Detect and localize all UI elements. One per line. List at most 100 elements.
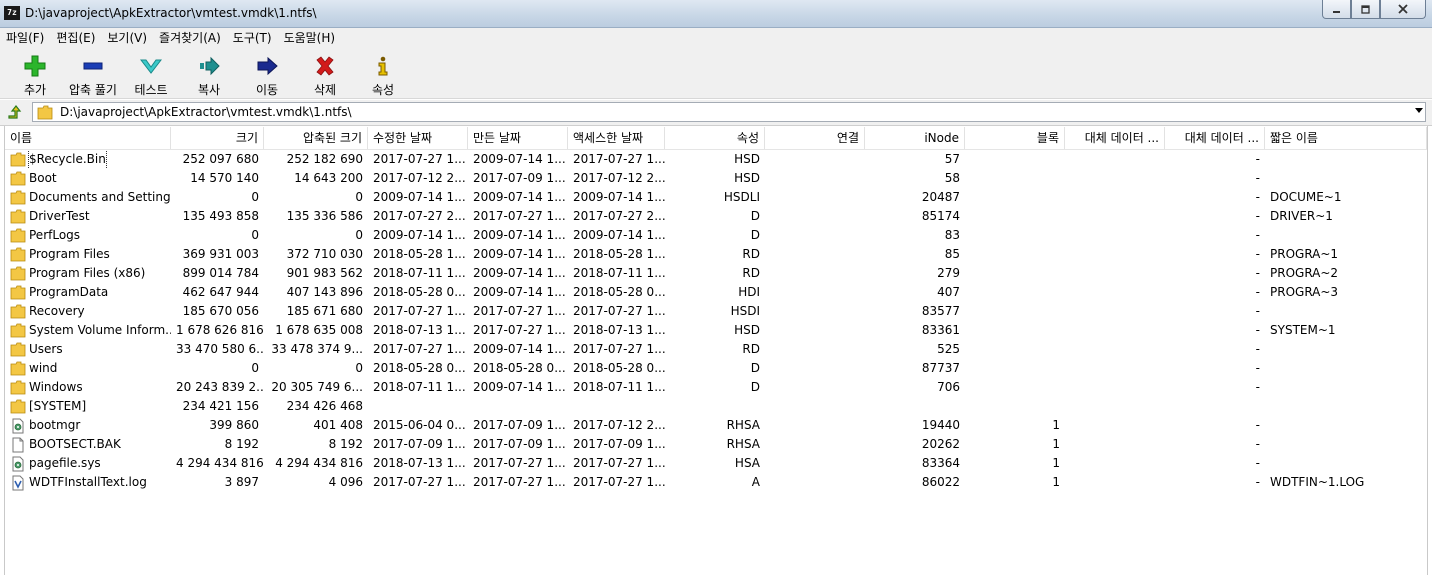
window-controls: [1322, 0, 1426, 19]
menu-edit[interactable]: 편집(E): [50, 28, 101, 48]
table-row[interactable]: ProgramData 462 647 944 407 143 896 2018-05…: [5, 283, 1427, 302]
table-row[interactable]: WDTFInstallText.log 3 897 4 096 2017-07-27 …: [5, 473, 1427, 492]
table-row[interactable]: bootmgr 399 860 401 408 2015-06-04 0... 2017…: [5, 416, 1427, 435]
extract-button[interactable]: 압축 풀기: [64, 48, 122, 98]
add-button[interactable]: 추가: [6, 48, 64, 98]
table-row[interactable]: wind 0 0 2018-05-28 0... 2018-05-28 0... 2018…: [5, 359, 1427, 378]
copy-label: 복사: [197, 83, 221, 97]
column-header-blocks[interactable]: 블록: [965, 127, 1065, 149]
cell-blocks: 1: [1052, 456, 1060, 470]
cell-short-name: [1265, 454, 1427, 473]
table-row[interactable]: Recovery 185 670 056 185 671 680 2017-07-27…: [5, 302, 1427, 321]
minimize-button[interactable]: [1322, 0, 1351, 19]
file-name-cell: BOOTSECT.BAK: [5, 435, 171, 454]
menu-view[interactable]: 보기(V): [101, 28, 153, 48]
delete-button[interactable]: 삭제: [296, 48, 354, 98]
move-button[interactable]: 이동: [238, 48, 296, 98]
table-row[interactable]: Users 33 470 580 6... 33 478 374 9... 2017-…: [5, 340, 1427, 359]
cell-alt-streams-2: -: [1255, 190, 1260, 204]
column-header-accessed[interactable]: 액세스한 날짜: [568, 127, 665, 149]
cell-blocks: 1: [1052, 475, 1060, 489]
cell-alt-streams-1: [1065, 245, 1165, 264]
column-header-alt-streams-2[interactable]: 대체 데이터 ...: [1165, 127, 1265, 149]
cell-blocks: [965, 207, 1065, 226]
cell-size: 14 570 140: [190, 171, 259, 185]
cell-short-name: PROGRA~3: [1270, 285, 1339, 299]
cell-size: 252 097 680: [182, 152, 259, 166]
table-row[interactable]: Program Files 369 931 003 372 710 030 2018-…: [5, 245, 1427, 264]
cell-blocks: [965, 264, 1065, 283]
cell-attributes: HSA: [734, 456, 760, 470]
cell-accessed: [568, 397, 665, 416]
column-header-attributes[interactable]: 속성: [665, 127, 765, 149]
menu-file[interactable]: 파일(F): [0, 28, 50, 48]
table-row[interactable]: $Recycle.Bin 252 097 680 252 182 690 2017-0…: [5, 150, 1427, 169]
cell-accessed: 2018-05-28 1...: [573, 247, 665, 261]
table-row[interactable]: pagefile.sys 4 294 434 816 4 294 434 816 20…: [5, 454, 1427, 473]
column-header-packed-size[interactable]: 압축된 크기: [264, 127, 368, 149]
cell-size: 0: [251, 190, 259, 204]
file-name: ProgramData: [29, 285, 109, 299]
app-icon: 7z: [4, 6, 20, 20]
test-button[interactable]: 테스트: [122, 48, 180, 98]
cell-links: [765, 226, 865, 245]
column-header-alt-streams-1[interactable]: 대체 데이터 ...: [1065, 127, 1165, 149]
menu-help[interactable]: 도움말(H): [278, 28, 342, 48]
cell-accessed: 2017-07-27 2...: [573, 209, 665, 223]
cell-blocks: [965, 150, 1065, 169]
copy-button[interactable]: 복사: [180, 48, 238, 98]
table-row[interactable]: PerfLogs 0 0 2009-07-14 1... 2009-07-14 1...…: [5, 226, 1427, 245]
chevron-down-icon[interactable]: [1415, 108, 1423, 113]
table-row[interactable]: [SYSTEM] 234 421 156 234 426 468: [5, 397, 1427, 416]
cell-inode: 83364: [921, 456, 960, 470]
table-row[interactable]: Documents and Settings 0 0 2009-07-14 1... 2…: [5, 188, 1427, 207]
cell-packed-size: 901 983 562: [286, 266, 363, 280]
cell-inode: 83577: [921, 304, 960, 318]
column-header-inode[interactable]: iNode: [865, 127, 965, 149]
cell-alt-streams-1: [1065, 321, 1165, 340]
column-header-modified[interactable]: 수정한 날짜: [368, 127, 468, 149]
test-icon: [139, 54, 163, 78]
column-header-name[interactable]: 이름: [5, 127, 171, 149]
cell-alt-streams-2: -: [1255, 323, 1260, 337]
file-name-cell: System Volume Inform...: [5, 321, 171, 340]
cell-created: 2017-07-27 1...: [473, 304, 566, 318]
cell-created: [468, 397, 568, 416]
log-file-icon: [10, 475, 26, 491]
table-row[interactable]: DriverTest 135 493 858 135 336 586 2017-07-…: [5, 207, 1427, 226]
up-folder-button[interactable]: [6, 103, 26, 122]
column-header-short-name[interactable]: 짧은 이름: [1265, 127, 1427, 149]
column-header-created[interactable]: 만든 날짜: [468, 127, 568, 149]
table-row[interactable]: System Volume Inform... 1 678 626 816 1 67…: [5, 321, 1427, 340]
cell-blocks: [965, 245, 1065, 264]
cell-short-name: WDTFIN~1.LOG: [1270, 475, 1365, 489]
cell-alt-streams-1: [1065, 397, 1165, 416]
table-row[interactable]: Program Files (x86) 899 014 784 901 983 56…: [5, 264, 1427, 283]
folder-icon: [10, 152, 26, 168]
extract-icon: [81, 54, 105, 78]
column-header-links[interactable]: 연결: [765, 127, 865, 149]
folder-icon: [10, 171, 26, 187]
cell-inode: 83: [944, 228, 960, 242]
cell-short-name: [1265, 226, 1427, 245]
cell-packed-size: 8 192: [328, 437, 363, 451]
cell-size: 1 678 626 816: [176, 323, 264, 337]
cell-alt-streams-2: -: [1255, 228, 1260, 242]
table-row[interactable]: Windows 20 243 839 2... 20 305 749 6... 201…: [5, 378, 1427, 397]
folder-icon: [10, 380, 26, 396]
cell-modified: 2018-05-28 0...: [373, 361, 466, 375]
table-row[interactable]: BOOTSECT.BAK 8 192 8 192 2017-07-09 1... 201…: [5, 435, 1427, 454]
address-input[interactable]: D:\javaproject\ApkExtractor\vmtest.vmdk\…: [32, 102, 1426, 122]
table-row[interactable]: Boot 14 570 140 14 643 200 2017-07-12 2... 2…: [5, 169, 1427, 188]
column-header-size[interactable]: 크기: [171, 127, 264, 149]
cell-modified: 2017-07-27 2...: [373, 209, 466, 223]
cell-inode: 83361: [921, 323, 960, 337]
file-name-cell: pagefile.sys: [5, 454, 171, 473]
cell-modified: 2017-07-09 1...: [373, 437, 466, 451]
cell-attributes: HSD: [734, 171, 760, 185]
maximize-button[interactable]: [1351, 0, 1380, 19]
menu-favorites[interactable]: 즐겨찾기(A): [153, 28, 227, 48]
info-button[interactable]: 속성: [354, 48, 412, 98]
close-button[interactable]: [1380, 0, 1426, 19]
menu-tools[interactable]: 도구(T): [227, 28, 278, 48]
